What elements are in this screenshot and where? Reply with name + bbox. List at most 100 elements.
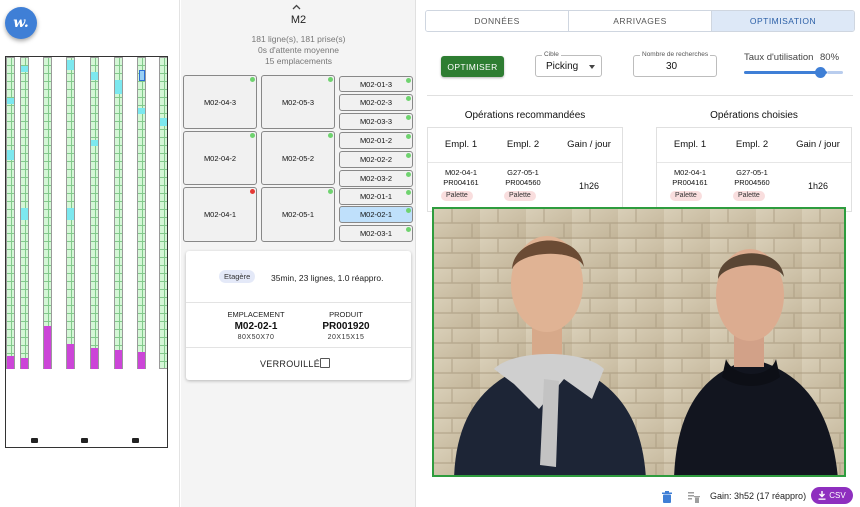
download-icon <box>818 491 826 500</box>
tab-donnees[interactable]: DONNÉES <box>426 11 569 31</box>
divider <box>427 95 853 96</box>
slot-M02-04-1[interactable]: M02-04-1 <box>183 187 257 242</box>
status-dot <box>406 208 411 213</box>
csv-export-button[interactable]: CSV <box>811 487 853 504</box>
type-badge: Palette <box>670 191 702 201</box>
optimize-button[interactable]: OPTIMISER <box>441 56 504 77</box>
slot-M02-02-2[interactable]: M02-02-2 <box>339 151 413 168</box>
slot-label: M02-01-3 <box>359 79 393 89</box>
usage-slider-thumb[interactable] <box>815 67 826 78</box>
aisle[interactable] <box>6 57 15 369</box>
col-header: Empl. 2 <box>506 139 540 150</box>
slot-M02-02-1[interactable]: M02-02-1 <box>339 206 413 223</box>
target-select[interactable]: Cible Picking <box>535 51 602 77</box>
zone-title: M2 <box>290 14 307 26</box>
csv-label: CSV <box>829 491 846 500</box>
chevron-up-icon[interactable] <box>292 2 301 13</box>
type-badge: Palette <box>441 191 473 201</box>
status-dot <box>328 133 333 138</box>
slot-M02-01-1[interactable]: M02-01-1 <box>339 188 413 205</box>
location-value: M02-02-1 <box>234 321 278 332</box>
zone-slot-count: 15 emplacements <box>264 56 333 66</box>
slot-M02-01-2[interactable]: M02-01-2 <box>339 132 413 149</box>
app-root: w. M2 181 ligne(s), 181 prise(s) 0s d'at… <box>0 0 860 507</box>
cell-product: PR004560 <box>734 178 770 187</box>
slot-M02-04-3[interactable]: M02-04-3 <box>183 75 257 129</box>
slot-label: M02-02-2 <box>359 155 393 164</box>
truck-icon <box>81 438 88 443</box>
aisle[interactable] <box>137 57 146 369</box>
recommended-title: Opérations recommandées <box>464 110 586 121</box>
product-dims: 20X15X15 <box>327 334 365 341</box>
cell-location: G27-05-1 <box>507 168 539 177</box>
app-logo[interactable]: w. <box>5 7 37 39</box>
cell-product: PR004560 <box>505 178 541 187</box>
slot-label: M02-05-2 <box>281 153 315 163</box>
status-dot <box>406 115 411 120</box>
optimization-panel: DONNÉES ARRIVAGES OPTIMISATION OPTIMISER… <box>417 0 860 507</box>
divider <box>186 302 411 303</box>
zone-lines: 181 ligne(s), 181 prise(s) <box>251 34 346 44</box>
aisle[interactable] <box>114 57 123 369</box>
searches-label: Nombre de recherches <box>640 51 711 58</box>
col-header: Gain / jour <box>567 139 611 150</box>
slot-M02-01-3[interactable]: M02-01-3 <box>339 76 413 92</box>
divider <box>428 162 622 163</box>
tab-arrivages[interactable]: ARRIVAGES <box>569 11 712 31</box>
warehouse-map[interactable] <box>5 56 168 448</box>
searches-value: 30 <box>666 61 678 72</box>
col-header: Empl. 2 <box>735 139 769 150</box>
location-dims: 80X50X70 <box>237 334 275 341</box>
slot-label: M02-02-1 <box>359 210 393 219</box>
target-value: Picking <box>546 61 579 72</box>
cell-location: G27-05-1 <box>736 168 768 177</box>
warehouse-panel: w. <box>0 0 180 507</box>
table-row[interactable]: M02-04-1 PR004161 <box>661 168 719 188</box>
trash-icon[interactable] <box>662 490 672 503</box>
usage-slider-rest[interactable] <box>827 71 843 74</box>
cell-location: M02-04-1 <box>673 168 707 177</box>
lock-checkbox[interactable] <box>320 358 330 368</box>
slot-label: M02-03-3 <box>359 117 393 126</box>
selected-slot-marker <box>139 70 145 81</box>
dropdown-caret-icon <box>589 65 595 69</box>
slot-M02-05-3[interactable]: M02-05-3 <box>261 75 335 129</box>
aisle[interactable] <box>66 57 75 369</box>
searches-input[interactable]: Nombre de recherches 30 <box>633 51 717 77</box>
slot-M02-03-2[interactable]: M02-03-2 <box>339 170 413 187</box>
status-dot <box>406 134 411 139</box>
slot-label: M02-01-2 <box>359 136 393 145</box>
logo-text: w. <box>13 15 29 31</box>
slot-M02-03-3[interactable]: M02-03-3 <box>339 113 413 130</box>
lock-label: VERROUILLÉ <box>260 359 321 369</box>
slot-M02-02-3[interactable]: M02-02-3 <box>339 94 413 111</box>
chosen-title: Opérations choisies <box>710 110 798 121</box>
status-dot <box>328 77 333 82</box>
table-cell: G27-05-1 PR004560 <box>723 168 781 188</box>
gain-value: 1h26 <box>578 181 600 191</box>
chosen-table: Empl. 1 Empl. 2 Gain / jour M02-04-1 PR0… <box>656 127 852 212</box>
slot-label: M02-01-1 <box>359 192 393 201</box>
slot-M02-04-2[interactable]: M02-04-2 <box>183 131 257 185</box>
slot-detail-card: Etagère 35min, 23 lignes, 1.0 réappro. E… <box>186 251 411 380</box>
slot-label: M02-04-1 <box>203 210 237 219</box>
slot-M02-05-2[interactable]: M02-05-2 <box>261 131 335 185</box>
divider <box>657 162 851 163</box>
target-label: Cible <box>542 51 561 58</box>
table-row[interactable]: M02-04-1 PR004161 <box>432 168 490 188</box>
status-dot <box>406 78 411 83</box>
cell-product: PR004161 <box>443 178 479 187</box>
tab-optimisation[interactable]: OPTIMISATION <box>712 11 854 31</box>
aisle[interactable] <box>43 57 52 369</box>
slot-M02-05-1[interactable]: M02-05-1 <box>261 187 335 242</box>
clear-list-icon[interactable] <box>688 490 700 503</box>
slot-label: M02-05-1 <box>281 210 315 219</box>
status-dot <box>406 96 411 101</box>
status-dot <box>250 133 255 138</box>
slot-label: M02-04-2 <box>203 153 237 163</box>
aisle[interactable] <box>90 57 99 369</box>
slot-M02-03-1[interactable]: M02-03-1 <box>339 225 413 242</box>
col-header: Empl. 1 <box>444 139 478 150</box>
aisle[interactable] <box>20 57 29 369</box>
aisle[interactable] <box>159 57 167 369</box>
